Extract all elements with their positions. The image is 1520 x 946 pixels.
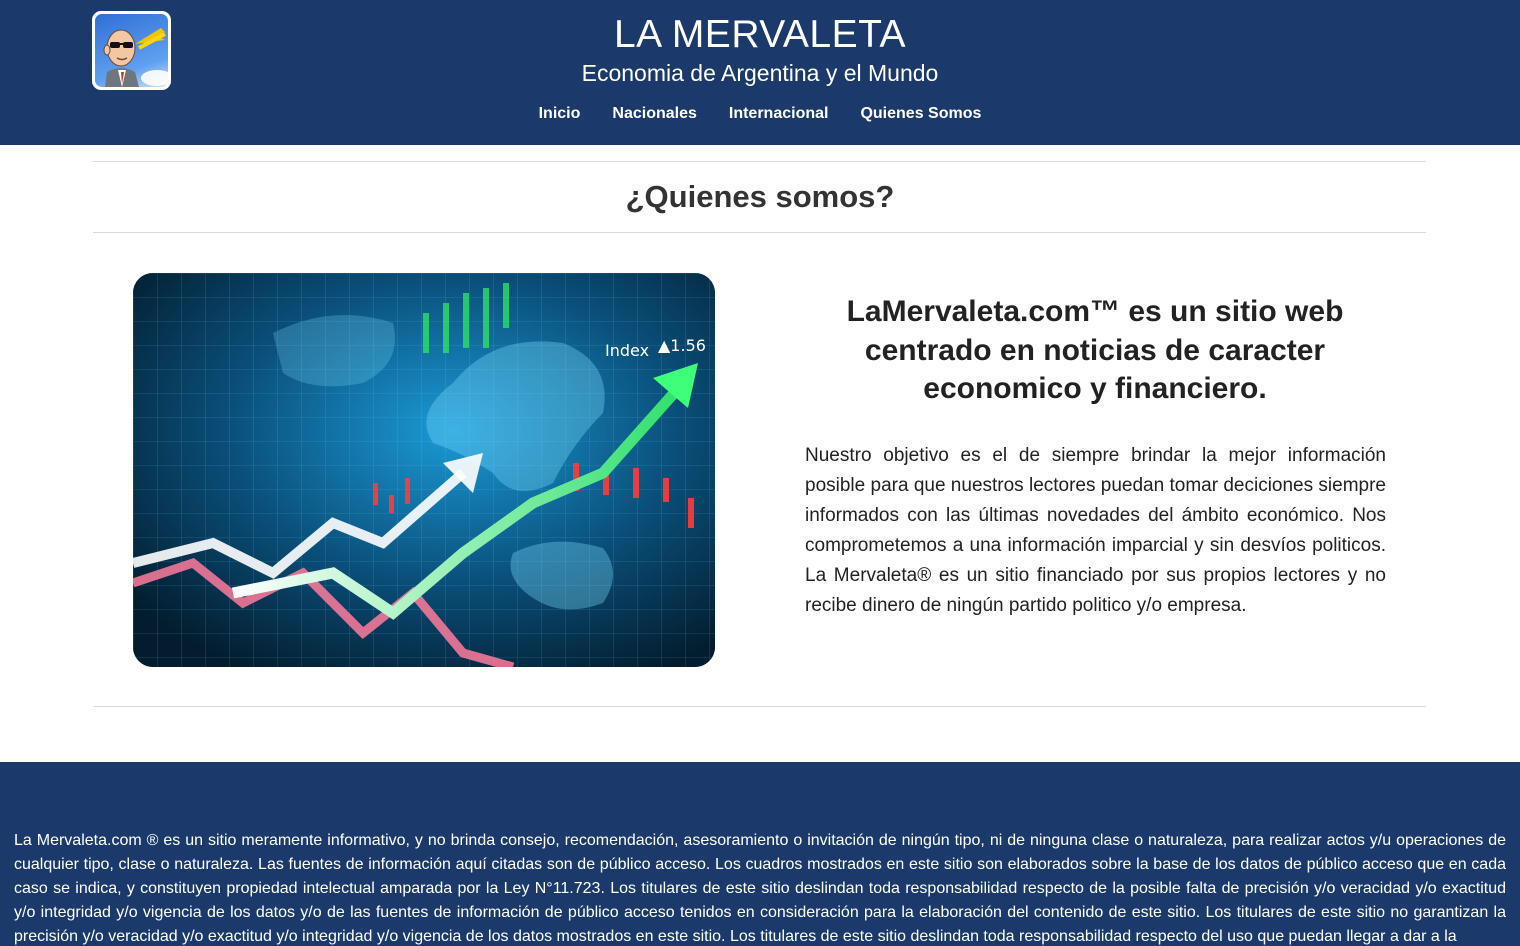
about-heading: LaMervaleta.com™ es un sitio web centrad… [846,295,1344,405]
index-value: ▲1.56 [658,336,706,355]
nav-link-inicio[interactable]: Inicio [539,104,581,124]
about-text: Nuestro objetivo es el de siempre brinda… [805,445,1386,616]
site-title: LA MERVALETA [613,13,907,56]
divider-title [93,232,1426,233]
site-header: LA MERVALETA Economia de Argentina y el … [0,0,1520,145]
divider-top [93,161,1426,162]
site-subtitle: Economia de Argentina y el Mundo [581,60,939,86]
footer-disclaimer: La Mervaleta.com ® es un sitio meramente… [14,832,1506,945]
divider-bottom [93,706,1426,707]
section-title: ¿Quienes somos? [625,179,895,214]
nav-link-nacionales[interactable]: Nacionales [612,104,696,124]
nav-link-internacional[interactable]: Internacional [729,104,829,124]
site-footer: La Mervaleta.com ® es un sitio meramente… [0,762,1520,946]
stock-market-world-map-image: Index ▲1.56 [133,273,715,667]
index-label: Index [605,341,649,360]
main-nav: Inicio Nacionales Internacional Quienes Som… [0,104,1520,124]
nav-link-quienes-somos[interactable]: Quienes Somos [860,104,981,124]
